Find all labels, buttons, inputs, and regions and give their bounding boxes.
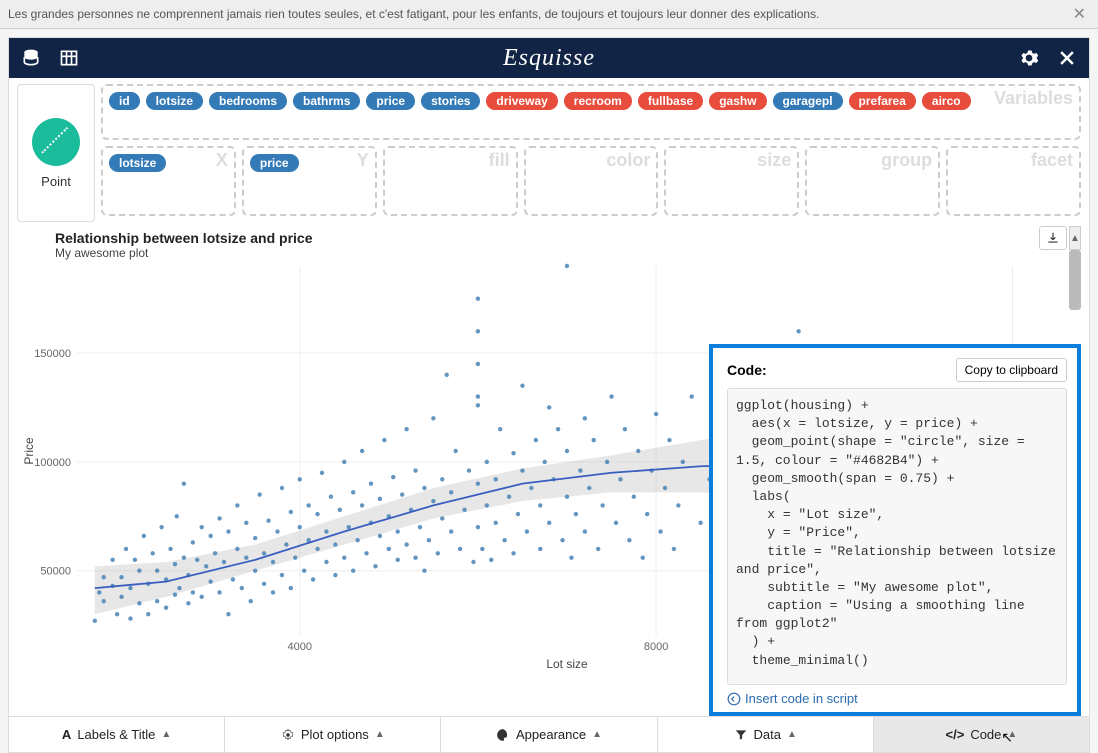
svg-text:8000: 8000 xyxy=(644,641,668,653)
var-tag-gashw[interactable]: gashw xyxy=(709,92,766,110)
aes-x-shelf[interactable]: Xlotsize xyxy=(101,146,236,216)
svg-text:Price: Price xyxy=(22,437,36,465)
tab-code[interactable]: </>Code▲ xyxy=(874,717,1089,752)
var-tag-stories[interactable]: stories xyxy=(421,92,480,110)
collapse-icon[interactable]: ▲ xyxy=(1069,226,1081,250)
database-icon[interactable] xyxy=(21,48,41,68)
svg-text:150000: 150000 xyxy=(34,348,71,360)
close-app-icon[interactable] xyxy=(1057,48,1077,68)
gear-icon[interactable] xyxy=(1019,48,1039,68)
plot-area: Relationship between lotsize and price M… xyxy=(17,226,1081,716)
var-tag-prefarea[interactable]: prefarea xyxy=(849,92,916,110)
notice-text: Les grandes personnes ne comprennent jam… xyxy=(8,7,819,21)
bottom-tabs: ALabels & Title▲ Plot options▲ Appearanc… xyxy=(9,716,1089,752)
download-plot-button[interactable] xyxy=(1039,226,1067,250)
var-tag-lotsize[interactable]: lotsize xyxy=(146,92,203,110)
tab-appearance[interactable]: Appearance▲ xyxy=(441,717,657,752)
y-var-tag[interactable]: price xyxy=(250,154,299,172)
aes-facet-shelf[interactable]: facet xyxy=(946,146,1081,216)
close-icon[interactable]: ✕ xyxy=(1069,4,1090,24)
x-var-tag[interactable]: lotsize xyxy=(109,154,166,172)
aes-color-shelf[interactable]: color xyxy=(524,146,659,216)
var-tag-fullbase[interactable]: fullbase xyxy=(638,92,703,110)
aes-size-shelf[interactable]: size xyxy=(664,146,799,216)
notice-bar: Les grandes personnes ne comprennent jam… xyxy=(0,0,1098,29)
variables-shelf[interactable]: Variables id lotsize bedrooms bathrms prices… xyxy=(101,84,1081,140)
aes-y-shelf[interactable]: Yprice xyxy=(242,146,377,216)
svg-text:Lot size: Lot size xyxy=(546,657,588,671)
svg-text:4000: 4000 xyxy=(287,641,311,653)
var-tag-price[interactable]: price xyxy=(366,92,415,110)
aes-fill-shelf[interactable]: fill xyxy=(383,146,518,216)
var-tag-bedrooms[interactable]: bedrooms xyxy=(209,92,287,110)
var-tag-airco[interactable]: airco xyxy=(922,92,971,110)
tab-plot-options[interactable]: Plot options▲ xyxy=(225,717,441,752)
tab-labels-title[interactable]: ALabels & Title▲ xyxy=(9,717,225,752)
geom-point-icon xyxy=(32,118,80,166)
svg-text:100000: 100000 xyxy=(34,457,71,469)
svg-text:50000: 50000 xyxy=(40,566,71,578)
copy-clipboard-button[interactable]: Copy to clipboard xyxy=(956,358,1067,382)
aes-group-shelf[interactable]: group xyxy=(805,146,940,216)
code-panel: Code: Copy to clipboard ggplot(housing) … xyxy=(709,344,1081,716)
app-frame: Esquisse Point Variables id lotsize bedroo… xyxy=(8,37,1090,753)
geom-selector[interactable]: Point xyxy=(17,84,95,222)
topbar: Esquisse xyxy=(9,38,1089,78)
app-title: Esquisse xyxy=(79,45,1019,72)
variables-label: Variables xyxy=(994,88,1073,109)
var-tag-recroom[interactable]: recroom xyxy=(564,92,632,110)
code-label: Code: xyxy=(727,362,767,378)
tab-data[interactable]: Data▲ xyxy=(658,717,874,752)
code-content[interactable]: ggplot(housing) + aes(x = lotsize, y = p… xyxy=(727,388,1067,685)
var-tag-id[interactable]: id xyxy=(109,92,140,110)
geom-label: Point xyxy=(41,174,71,189)
var-tag-bathrms[interactable]: bathrms xyxy=(293,92,360,110)
var-tag-garagepl[interactable]: garagepl xyxy=(773,92,843,110)
var-tag-driveway[interactable]: driveway xyxy=(486,92,557,110)
table-icon[interactable] xyxy=(59,48,79,68)
plot-title: Relationship between lotsize and price xyxy=(55,230,313,246)
insert-code-link[interactable]: Insert code in script xyxy=(727,691,1067,706)
